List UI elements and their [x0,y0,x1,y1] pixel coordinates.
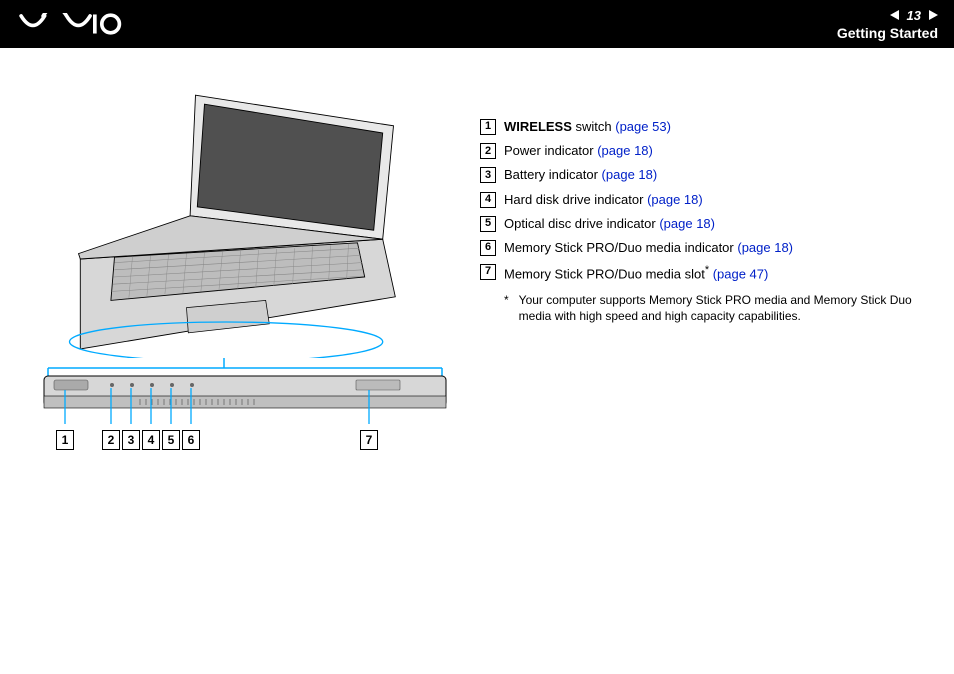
callout-numbers: 1 2 3 4 5 6 7 [40,430,450,456]
page-number: 13 [907,8,921,23]
callout-num-3: 3 [122,430,140,450]
vaio-logo [16,13,126,35]
callout-num-6: 6 [182,430,200,450]
callout-num-5: 5 [162,430,180,450]
header-bar: 13 Getting Started [0,0,954,48]
figure-column: 1 2 3 4 5 6 7 [40,88,450,654]
prev-page-icon[interactable] [890,10,899,20]
legend-num: 6 [480,240,496,256]
legend-item-3: 3 Battery indicator (page 18) [480,166,924,184]
legend-num: 2 [480,143,496,159]
legend-num: 7 [480,264,496,280]
callout-num-7: 7 [360,430,378,450]
legend-text: Hard disk drive indicator (page 18) [504,191,924,209]
next-page-icon[interactable] [929,10,938,20]
section-title: Getting Started [837,25,938,41]
legend-text: Power indicator (page 18) [504,142,924,160]
page-link[interactable]: (page 18) [659,216,715,231]
legend-list: 1 WIRELESS switch (page 53) 2 Power indi… [480,118,924,284]
legend-num: 4 [480,192,496,208]
legend-item-7: 7 Memory Stick PRO/Duo media slot* (page… [480,263,924,284]
legend-column: 1 WIRELESS switch (page 53) 2 Power indi… [480,88,924,654]
legend-text: WIRELESS switch (page 53) [504,118,924,136]
laptop-illustration [40,88,450,358]
callout-num-1: 1 [56,430,74,450]
page-link[interactable]: (page 53) [615,119,671,134]
front-edge-detail [40,358,450,428]
vaio-logo-svg [16,13,126,35]
callout-num-4: 4 [142,430,160,450]
page-link[interactable]: (page 18) [602,167,658,182]
page-link[interactable]: (page 18) [647,192,703,207]
legend-text: Optical disc drive indicator (page 18) [504,215,924,233]
page-nav: 13 [890,8,938,23]
legend-item-1: 1 WIRELESS switch (page 53) [480,118,924,136]
footnote-text: Your computer supports Memory Stick PRO … [519,292,924,324]
legend-text: Memory Stick PRO/Duo media indicator (pa… [504,239,924,257]
legend-item-6: 6 Memory Stick PRO/Duo media indicator (… [480,239,924,257]
legend-item-5: 5 Optical disc drive indicator (page 18) [480,215,924,233]
page-link[interactable]: (page 47) [713,266,769,281]
legend-text: Battery indicator (page 18) [504,166,924,184]
legend-num: 3 [480,167,496,183]
footnote: * Your computer supports Memory Stick PR… [480,292,924,324]
page-link[interactable]: (page 18) [597,143,653,158]
header-right: 13 Getting Started [837,8,938,41]
legend-num: 5 [480,216,496,232]
legend-text: Memory Stick PRO/Duo media slot* (page 4… [504,263,924,284]
laptop-figure: 1 2 3 4 5 6 7 [40,88,450,456]
legend-item-4: 4 Hard disk drive indicator (page 18) [480,191,924,209]
page-content: 1 2 3 4 5 6 7 1 WIRELESS switch (page 53… [0,48,954,674]
callout-num-2: 2 [102,430,120,450]
legend-num: 1 [480,119,496,135]
footnote-mark: * [504,292,509,324]
legend-item-2: 2 Power indicator (page 18) [480,142,924,160]
page-link[interactable]: (page 18) [737,240,793,255]
